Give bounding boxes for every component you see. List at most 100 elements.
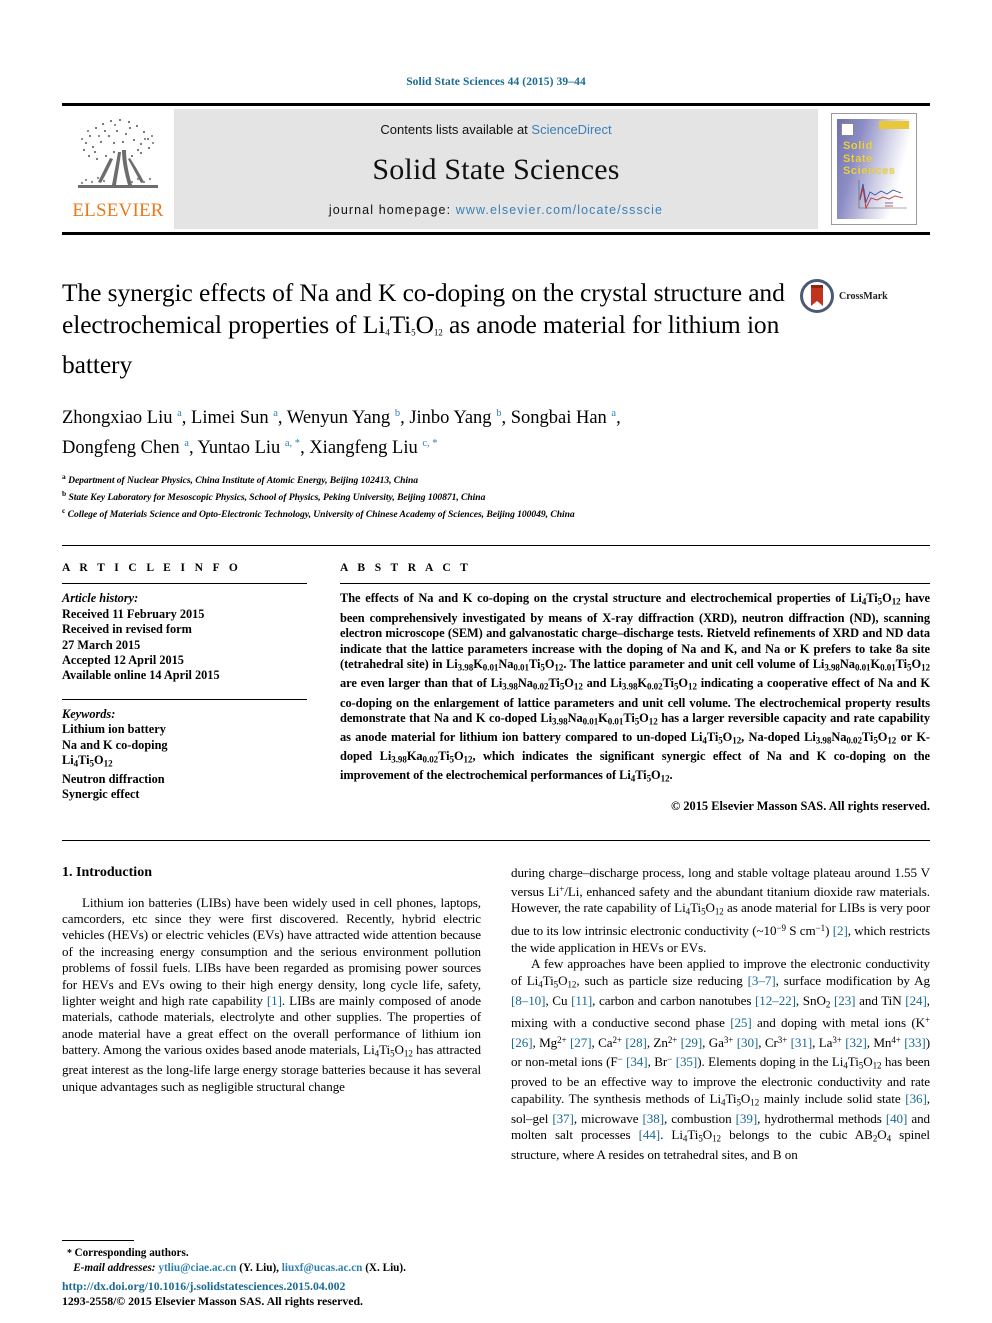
email-link-2[interactable]: liuxf@ucas.ac.cn bbox=[282, 1262, 363, 1274]
elsevier-wordmark: ELSEVIER bbox=[72, 200, 164, 221]
crossmark-icon bbox=[800, 279, 834, 313]
citation-ref[interactable]: [25] bbox=[730, 1015, 752, 1030]
keyword-item: Na and K co-doping bbox=[62, 737, 168, 752]
keywords-rule bbox=[62, 698, 307, 700]
citation-ref[interactable]: [39] bbox=[736, 1111, 758, 1126]
affiliation-a: a Department of Nuclear Physics, China I… bbox=[62, 471, 419, 487]
corresponding-author-note: * Corresponding authors. bbox=[62, 1246, 472, 1261]
citation-ref[interactable]: [36] bbox=[905, 1091, 927, 1106]
citation-ref[interactable]: [44] bbox=[639, 1127, 661, 1142]
keyword-item: Neutron diffraction bbox=[62, 771, 165, 786]
citation-ref[interactable]: [23] bbox=[834, 993, 856, 1008]
abstract-text: The effects of Na and K co-doping on the… bbox=[340, 591, 931, 784]
email-owner-2: (X. Liu). bbox=[365, 1262, 406, 1274]
citation-ref[interactable]: [12–22] bbox=[755, 993, 796, 1008]
abstract-rule bbox=[340, 583, 930, 585]
corresponding-author-text: Corresponding authors. bbox=[74, 1247, 189, 1259]
cover-plot-icon bbox=[858, 180, 907, 210]
citation-ref[interactable]: [2] bbox=[833, 923, 848, 938]
keyword-item: Lithium ion battery bbox=[62, 722, 166, 737]
citation-ref[interactable]: [11] bbox=[571, 993, 592, 1008]
cover-title-line-2: State bbox=[843, 152, 873, 165]
keywords-block: Keywords: Lithium ion battery Na and K c… bbox=[62, 698, 307, 803]
affiliation-c: c College of Materials Science and Opto-… bbox=[62, 506, 575, 521]
cover-title-line-3: Sciences bbox=[843, 165, 896, 177]
doi-block: http://dx.doi.org/10.1016/j.solidstatesc… bbox=[62, 1279, 562, 1309]
paper-page: Solid State Sciences 44 (2015) 39–44 ELS… bbox=[0, 0, 992, 1323]
author-line-1: Zhongxiao Liu a, Limei Sun a, Wenyun Yan… bbox=[62, 407, 621, 428]
running-head: Solid State Sciences 44 (2015) 39–44 bbox=[406, 76, 586, 88]
homepage-prefix: journal homepage: bbox=[328, 203, 452, 217]
contents-available-line: Contents lists available at ScienceDirec… bbox=[380, 122, 611, 137]
cover-artwork: Solid State Sciences bbox=[837, 119, 911, 219]
info-abstract-band: A R T I C L E I N F O Article history: R… bbox=[62, 545, 930, 813]
affiliation-c-text: College of Materials Science and Opto-El… bbox=[67, 509, 575, 521]
crossmark-badge[interactable]: CrossMark bbox=[800, 279, 930, 313]
abstract-copyright: © 2015 Elsevier Masson SAS. All rights r… bbox=[670, 798, 930, 813]
keyword-item: Synergic effect bbox=[62, 787, 140, 802]
title-row: The synergic effects of Na and K co-dopi… bbox=[62, 277, 930, 381]
contents-prefix: Contents lists available at bbox=[380, 122, 528, 137]
cover-title-line-1: Solid bbox=[843, 140, 873, 152]
sciencedirect-link[interactable]: ScienceDirect bbox=[531, 122, 611, 137]
citation-ref[interactable]: [35] bbox=[676, 1054, 698, 1069]
footnote-block: * Corresponding authors. E-mail addresse… bbox=[62, 1240, 472, 1275]
article-info-rule bbox=[62, 583, 307, 585]
cover-banner bbox=[879, 121, 909, 129]
affiliation-list: a Department of Nuclear Physics, China I… bbox=[62, 470, 930, 522]
intro-paragraph-1-cont: during charge–discharge process, long an… bbox=[511, 864, 930, 955]
history-item: Received 11 February 2015 bbox=[62, 606, 205, 621]
affiliation-b: b State Key Laboratory for Mesoscopic Ph… bbox=[62, 489, 486, 504]
email-note: E-mail addresses: ytliu@ciae.ac.cn (Y. L… bbox=[62, 1261, 472, 1275]
citation-ref[interactable]: [8–10] bbox=[511, 993, 546, 1008]
email-label: E-mail addresses: bbox=[73, 1262, 156, 1274]
citation-ref[interactable]: [27] bbox=[570, 1035, 592, 1050]
citation-ref[interactable]: [28] bbox=[625, 1035, 647, 1050]
citation-ref[interactable]: [33] bbox=[904, 1035, 926, 1050]
journal-cover-thumbnail[interactable]: Solid State Sciences bbox=[831, 113, 917, 225]
citation-ref[interactable]: [34] bbox=[626, 1054, 648, 1069]
elsevier-tree-icon bbox=[78, 118, 158, 188]
history-item: 27 March 2015 bbox=[62, 637, 141, 652]
homepage-url-link[interactable]: www.elsevier.com/locate/ssscie bbox=[456, 203, 663, 217]
body-column-right: during charge–discharge process, long an… bbox=[511, 865, 930, 1164]
keyword-item: Li4Ti5O12 bbox=[62, 753, 113, 769]
masthead-center: Contents lists available at ScienceDirec… bbox=[174, 109, 818, 229]
keywords-label: Keywords: bbox=[62, 706, 116, 721]
article-info-heading: A R T I C L E I N F O bbox=[62, 562, 242, 575]
body-columns: 1. Introduction Lithium ion batteries (L… bbox=[62, 839, 930, 1164]
article-info-column: A R T I C L E I N F O Article history: R… bbox=[62, 562, 307, 813]
doi-link[interactable]: http://dx.doi.org/10.1016/j.solidstatesc… bbox=[62, 1279, 562, 1294]
author-line-2: Dongfeng Chen a, Yuntao Liu a, *, Xiangf… bbox=[62, 437, 438, 458]
journal-homepage-line: journal homepage: www.elsevier.com/locat… bbox=[329, 203, 663, 217]
citation-ref[interactable]: [30] bbox=[737, 1035, 759, 1050]
history-item: Accepted 12 April 2015 bbox=[62, 653, 184, 668]
citation-ref[interactable]: [24] bbox=[905, 993, 927, 1008]
affiliation-a-text: Department of Nuclear Physics, China Ins… bbox=[68, 475, 419, 487]
journal-cover-block: Solid State Sciences bbox=[818, 106, 930, 232]
body-column-left: 1. Introduction Lithium ion batteries (L… bbox=[62, 865, 481, 1164]
article-history-label: Article history: bbox=[62, 591, 139, 606]
abstract-heading: A B S T R A C T bbox=[340, 562, 472, 575]
citation-ref[interactable]: [3–7] bbox=[748, 973, 776, 988]
citation-ref[interactable]: [31] bbox=[791, 1035, 813, 1050]
citation-ref[interactable]: [38] bbox=[643, 1111, 665, 1126]
history-item: Received in revised form bbox=[62, 622, 192, 637]
citation-ref[interactable]: [37] bbox=[552, 1111, 574, 1126]
citation-ref[interactable]: [26] bbox=[511, 1035, 533, 1050]
intro-paragraph-2: A few approaches have been applied to im… bbox=[511, 956, 931, 1162]
crossmark-label: CrossMark bbox=[839, 290, 888, 302]
author-list: Zhongxiao Liu a, Limei Sun a, Wenyun Yan… bbox=[62, 401, 930, 461]
email-owner-1: (Y. Liu), bbox=[239, 1262, 279, 1274]
page-title: The synergic effects of Na and K co-dopi… bbox=[62, 278, 785, 379]
citation-ref[interactable]: [32] bbox=[845, 1035, 867, 1050]
cover-title-text: Solid State Sciences bbox=[843, 140, 896, 178]
citation-ref[interactable]: [40] bbox=[886, 1111, 908, 1126]
cover-publisher-icon bbox=[841, 123, 854, 136]
citation-ref[interactable]: [29] bbox=[681, 1035, 703, 1050]
citation-ref[interactable]: [1] bbox=[267, 993, 282, 1008]
journal-masthead: ELSEVIER Contents lists available at Sci… bbox=[62, 103, 930, 235]
email-link-1[interactable]: ytliu@ciae.ac.cn bbox=[158, 1262, 236, 1274]
affiliation-b-text: State Key Laboratory for Mesoscopic Phys… bbox=[68, 492, 486, 504]
footnote-rule bbox=[62, 1240, 134, 1241]
